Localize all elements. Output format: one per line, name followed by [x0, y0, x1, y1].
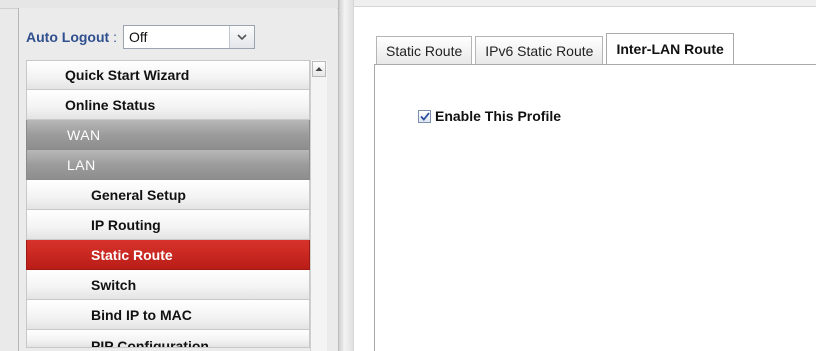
tab-ipv6-static-route[interactable]: IPv6 Static Route — [475, 36, 604, 64]
sidebar-menu: Quick Start Wizard Online Status WAN LAN… — [26, 60, 310, 348]
chevron-down-icon[interactable] — [228, 26, 254, 48]
enable-profile-label[interactable]: Enable This Profile — [435, 108, 561, 124]
auto-logout-label: Auto Logout : — [26, 29, 117, 45]
auto-logout-value: Off — [128, 29, 148, 45]
tab-static-route[interactable]: Static Route — [376, 36, 473, 64]
content-area: Static Route IPv6 Static Route Inter-LAN… — [354, 0, 816, 351]
enable-profile-row: Enable This Profile — [418, 108, 561, 124]
frame-divider[interactable] — [338, 0, 354, 351]
menu-group-lan[interactable]: LAN — [26, 150, 310, 180]
menu-item-online-status[interactable]: Online Status — [26, 90, 310, 120]
auto-logout-control: Auto Logout : Off — [26, 22, 255, 52]
check-icon — [419, 111, 430, 121]
menu-item-general-setup[interactable]: General Setup — [26, 180, 310, 210]
sidebar-scrollbar[interactable] — [310, 60, 327, 351]
menu-item-switch[interactable]: Switch — [26, 270, 310, 300]
menu-item-pip-configuration[interactable]: PIP Configuration — [26, 330, 310, 348]
tab-bar: Static Route IPv6 Static Route Inter-LAN… — [376, 33, 737, 64]
enable-profile-checkbox[interactable] — [418, 109, 431, 123]
content-top-rule — [354, 0, 816, 7]
auto-logout-select[interactable]: Off — [122, 25, 255, 49]
arrow-up-icon[interactable] — [312, 61, 326, 77]
sidebar: Auto Logout : Off Quick Start Wizard Onl… — [0, 0, 338, 351]
menu-item-bind-ip-to-mac[interactable]: Bind IP to MAC — [26, 300, 310, 330]
menu-group-wan[interactable]: WAN — [26, 120, 310, 150]
menu-item-ip-routing[interactable]: IP Routing — [26, 210, 310, 240]
menu-item-static-route[interactable]: Static Route — [26, 240, 310, 270]
menu-item-quick-start-wizard[interactable]: Quick Start Wizard — [26, 60, 310, 90]
tab-inter-lan-route[interactable]: Inter-LAN Route — [606, 33, 734, 64]
